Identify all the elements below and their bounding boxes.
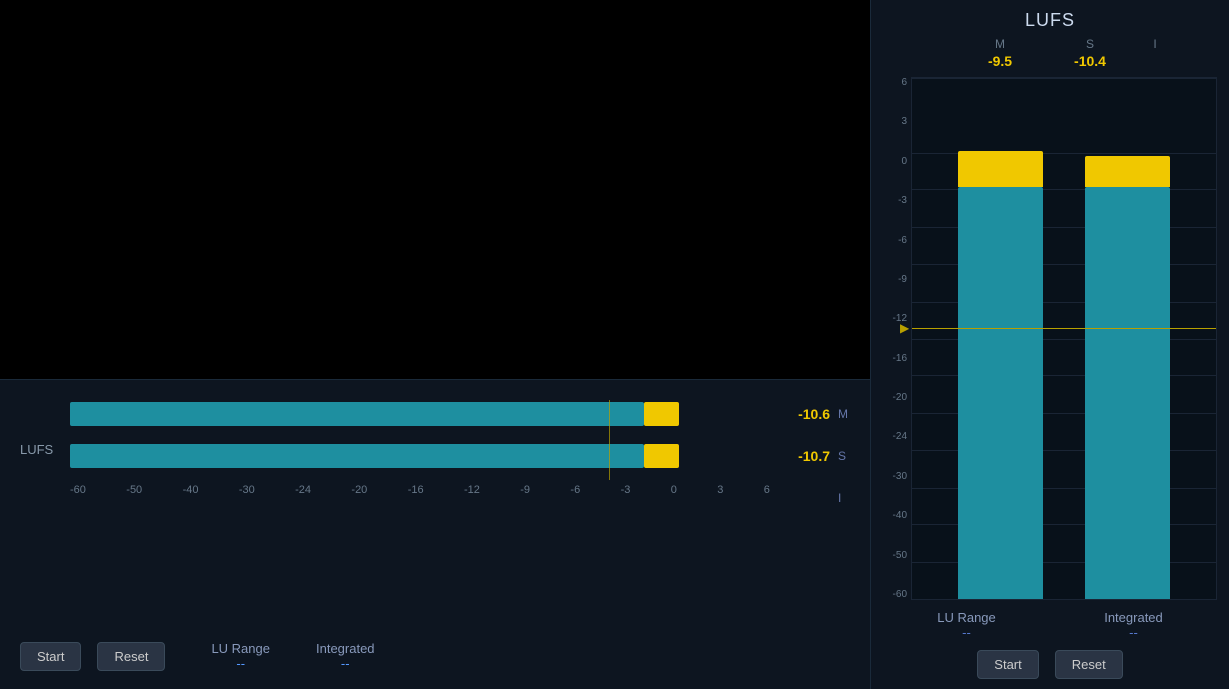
col-header-m: M xyxy=(955,37,1045,51)
value-row-i: I xyxy=(785,484,850,512)
right-lu-range-label: LU Range xyxy=(937,610,996,625)
right-reset-button[interactable]: Reset xyxy=(1055,650,1123,679)
col-values: -9.5 -10.4 xyxy=(883,53,1217,69)
integrated-label: Integrated xyxy=(316,641,375,656)
lu-range-section: LU Range -- xyxy=(211,641,270,671)
left-controls: Start Reset LU Range -- Integrated -- xyxy=(20,629,850,679)
reset-button[interactable]: Reset xyxy=(97,642,165,671)
right-chart: 6 3 0 -3 -6 -9 -12 -16 -20 -24 -30 -40 -… xyxy=(883,77,1217,600)
meter-row-m xyxy=(70,400,770,428)
target-line: ▶ xyxy=(912,328,1216,329)
scale-3: -3 xyxy=(621,484,631,496)
vbar-m-yellow xyxy=(958,151,1043,187)
grid-line-top xyxy=(912,78,1216,79)
vbar-s-yellow xyxy=(1085,156,1170,187)
bar-cyan-s xyxy=(70,444,644,468)
left-black-area xyxy=(0,0,870,379)
right-integrated-section: Integrated -- xyxy=(1104,610,1163,640)
right-lu-range-section: LU Range -- xyxy=(937,610,996,640)
bar-yellow-s xyxy=(644,444,679,468)
scale-6: -6 xyxy=(570,484,580,496)
scale-0: 0 xyxy=(671,484,677,496)
col-header-s: S xyxy=(1045,37,1135,51)
left-panel: LUFS xyxy=(0,0,870,689)
col-headers: M S I xyxy=(883,37,1217,51)
y-0: 0 xyxy=(883,156,907,167)
channel-i: I xyxy=(838,491,850,505)
y-axis: 6 3 0 -3 -6 -9 -12 -16 -20 -24 -30 -40 -… xyxy=(883,77,911,600)
bar-cyan-m xyxy=(70,402,644,426)
scale-9: -9 xyxy=(520,484,530,496)
right-btn-row: Start Reset xyxy=(883,650,1217,679)
val-i-empty xyxy=(1135,53,1175,69)
scale-60: -60 xyxy=(70,484,86,496)
meter-row-s xyxy=(70,442,770,470)
right-lu-range-value: -- xyxy=(962,625,971,640)
grid-line-bottom xyxy=(912,599,1216,600)
channel-m: M xyxy=(838,407,850,421)
y-n6: -6 xyxy=(883,235,907,246)
cursor-line xyxy=(609,400,610,480)
left-bottom: LUFS xyxy=(0,379,870,689)
bars-area xyxy=(70,400,770,480)
y-n30: -30 xyxy=(883,471,907,482)
scale-24: -24 xyxy=(295,484,311,496)
lufs-label: LUFS xyxy=(20,442,53,457)
channel-s: S xyxy=(838,449,850,463)
val-m: -9.5 xyxy=(955,53,1045,69)
vbar-m-cyan xyxy=(958,187,1043,599)
scale-p6: 6 xyxy=(764,484,770,496)
y-n16: -16 xyxy=(883,353,907,364)
bar-yellow-m xyxy=(644,402,679,426)
scale-12: -12 xyxy=(464,484,480,496)
right-integrated-label: Integrated xyxy=(1104,610,1163,625)
right-title: LUFS xyxy=(883,10,1217,31)
y-n20: -20 xyxy=(883,392,907,403)
y-n50: -50 xyxy=(883,550,907,561)
value-row-m: -10.6 M xyxy=(785,400,850,428)
lu-range-value: -- xyxy=(236,656,245,671)
right-bottom: LU Range -- Integrated -- Start Reset xyxy=(883,600,1217,679)
y-n3: -3 xyxy=(883,195,907,206)
integrated-section: Integrated -- xyxy=(316,641,375,671)
right-lu-row: LU Range -- Integrated -- xyxy=(883,610,1217,640)
scale-20: -20 xyxy=(351,484,367,496)
y-n60: -60 xyxy=(883,589,907,600)
y-6: 6 xyxy=(883,77,907,88)
start-button[interactable]: Start xyxy=(20,642,81,671)
value-s: -10.7 xyxy=(785,448,830,464)
scale-40: -40 xyxy=(183,484,199,496)
right-start-button[interactable]: Start xyxy=(977,650,1038,679)
scale-p3: 3 xyxy=(717,484,723,496)
scale-30: -30 xyxy=(239,484,255,496)
scale-50: -50 xyxy=(126,484,142,496)
bars-container: ▶ xyxy=(911,77,1217,600)
val-s: -10.4 xyxy=(1045,53,1135,69)
y-n9: -9 xyxy=(883,274,907,285)
integrated-value: -- xyxy=(341,656,350,671)
scale-16: -16 xyxy=(408,484,424,496)
right-panel: LUFS M S I -9.5 -10.4 6 3 0 -3 -6 -9 -12… xyxy=(870,0,1229,689)
vbar-s-cyan xyxy=(1085,187,1170,599)
y-n24: -24 xyxy=(883,431,907,442)
y-n40: -40 xyxy=(883,510,907,521)
target-arrow-icon: ▶ xyxy=(900,321,909,335)
scale-row: -60 -50 -40 -30 -24 -20 -16 -12 -9 -6 -3… xyxy=(70,484,770,496)
value-row-s: -10.7 S xyxy=(785,442,850,470)
right-integrated-value: -- xyxy=(1129,625,1138,640)
value-labels: -10.6 M -10.7 S I xyxy=(785,400,850,512)
lu-range-label: LU Range xyxy=(211,641,270,656)
value-m: -10.6 xyxy=(785,406,830,422)
y-3: 3 xyxy=(883,116,907,127)
col-header-i: I xyxy=(1135,37,1175,51)
